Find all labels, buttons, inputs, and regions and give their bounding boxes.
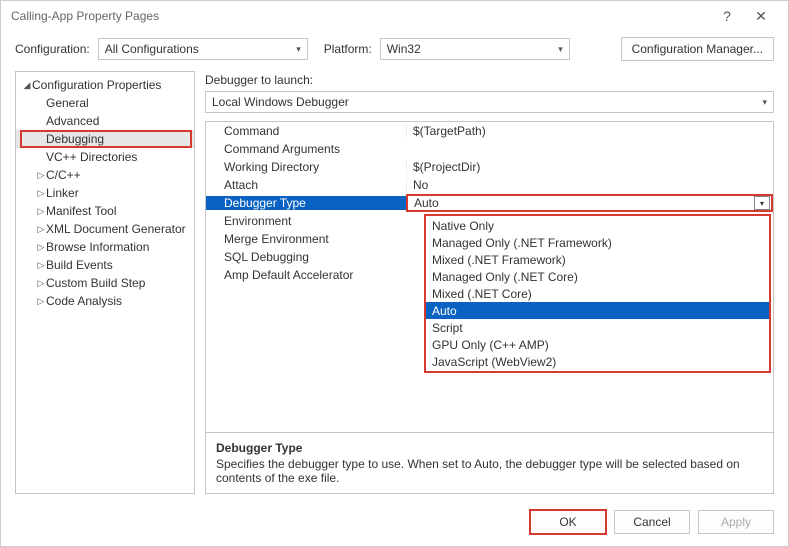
tree-expand-icon[interactable]: ▷ [36,224,46,235]
tree-item-label: Custom Build Step [46,276,145,290]
titlebar: Calling-App Property Pages ? ✕ [1,1,788,31]
close-icon[interactable]: ✕ [744,8,778,25]
top-toolbar: Configuration: All Configurations ▾ Plat… [1,31,788,71]
tree-expand-icon[interactable]: ▷ [36,296,46,307]
tree-item-vc-directories[interactable]: VC++ Directories [16,148,194,166]
tree-item-general[interactable]: General [16,94,194,112]
property-name: Amp Default Accelerator [206,268,406,282]
tree-item-label: Linker [46,186,79,200]
property-name: SQL Debugging [206,250,406,264]
tree-expand-icon[interactable]: ▷ [36,170,46,181]
description-panel: Debugger Type Specifies the debugger typ… [205,433,774,494]
tree-item-linker[interactable]: ▷Linker [16,184,194,202]
property-grid: Command$(TargetPath)Command ArgumentsWor… [205,121,774,433]
ok-button[interactable]: OK [530,510,606,534]
tree-item-build-events[interactable]: ▷Build Events [16,256,194,274]
tree-item-label: Advanced [46,114,99,128]
help-icon[interactable]: ? [710,8,744,24]
property-name: Attach [206,178,406,192]
tree-root[interactable]: ◢ Configuration Properties [16,76,194,94]
tree-expand-icon[interactable]: ▷ [36,188,46,199]
dropdown-option[interactable]: JavaScript (WebView2) [426,353,769,370]
configuration-combo[interactable]: All Configurations ▾ [98,38,308,60]
debugger-launch-combo[interactable]: Local Windows Debugger ▾ [205,91,774,113]
body: ◢ Configuration Properties General Advanc… [1,71,788,504]
property-name: Merge Environment [206,232,406,246]
property-value-cell[interactable]: Auto▾ [406,194,773,212]
platform-combo[interactable]: Win32 ▾ [380,38,570,60]
tree-expand-icon[interactable]: ▷ [36,260,46,271]
property-name: Command [206,124,406,138]
dropdown-option[interactable]: Mixed (.NET Framework) [426,251,769,268]
property-row[interactable]: Working Directory$(ProjectDir) [206,158,773,176]
debugger-launch-value: Local Windows Debugger [212,95,349,109]
tree-item-label: Build Events [46,258,113,272]
tree-item-label: Manifest Tool [46,204,116,218]
dropdown-option[interactable]: Managed Only (.NET Core) [426,268,769,285]
tree-item-custom-build-step[interactable]: ▷Custom Build Step [16,274,194,292]
property-name: Debugger Type [206,196,406,210]
tree-expand-icon[interactable]: ▷ [36,278,46,289]
dropdown-option[interactable]: Script [426,319,769,336]
dialog-footer: OK Cancel Apply [1,504,788,546]
property-row[interactable]: Command$(TargetPath) [206,122,773,140]
property-row[interactable]: Command Arguments [206,140,773,158]
tree-item-browse-information[interactable]: ▷Browse Information [16,238,194,256]
tree-item-label: Debugging [46,132,104,146]
description-text: Specifies the debugger type to use. When… [216,457,763,485]
configuration-value: All Configurations [105,42,199,56]
tree-root-label: Configuration Properties [32,78,161,92]
tree-item-label: Code Analysis [46,294,122,308]
dropdown-option[interactable]: GPU Only (C++ AMP) [426,336,769,353]
property-name: Working Directory [206,160,406,174]
debugger-type-dropdown[interactable]: Native OnlyManaged Only (.NET Framework)… [424,214,771,373]
tree-item-label: C/C++ [46,168,81,182]
tree-item-label: Browse Information [46,240,149,254]
tree-collapse-icon[interactable]: ◢ [22,80,32,91]
tree-item-advanced[interactable]: Advanced [16,112,194,130]
configuration-manager-label: Configuration Manager... [632,42,763,56]
dropdown-option[interactable]: Mixed (.NET Core) [426,285,769,302]
window-title: Calling-App Property Pages [11,9,710,23]
dropdown-option[interactable]: Managed Only (.NET Framework) [426,234,769,251]
cancel-button[interactable]: Cancel [614,510,690,534]
tree-item-label: General [46,96,89,110]
property-value: Auto [408,196,754,210]
dropdown-button[interactable]: ▾ [754,196,770,210]
property-value[interactable]: $(TargetPath) [406,124,773,138]
tree-item-xml-document-generator[interactable]: ▷XML Document Generator [16,220,194,238]
tree-expand-icon[interactable]: ▷ [36,242,46,253]
chevron-down-icon: ▾ [296,44,301,55]
property-row[interactable]: AttachNo [206,176,773,194]
platform-value: Win32 [387,42,421,56]
tree-item-manifest-tool[interactable]: ▷Manifest Tool [16,202,194,220]
platform-label: Platform: [324,42,372,56]
config-tree[interactable]: ◢ Configuration Properties General Advanc… [15,71,195,494]
tree-item-label: VC++ Directories [46,150,137,164]
tree-item-debugging[interactable]: Debugging [16,130,194,148]
tree-expand-icon[interactable]: ▷ [36,206,46,217]
tree-item-label: XML Document Generator [46,222,186,236]
chevron-down-icon: ▾ [558,44,563,55]
dropdown-option[interactable]: Auto [426,302,769,319]
ok-label: OK [559,515,576,529]
dropdown-option[interactable]: Native Only [426,217,769,234]
configuration-manager-button[interactable]: Configuration Manager... [621,37,774,61]
description-title: Debugger Type [216,441,763,455]
apply-label: Apply [721,515,751,529]
chevron-down-icon: ▾ [762,97,767,108]
tree-item-c-c-[interactable]: ▷C/C++ [16,166,194,184]
property-name: Environment [206,214,406,228]
configuration-label: Configuration: [15,42,90,56]
property-value[interactable]: $(ProjectDir) [406,160,773,174]
property-name: Command Arguments [206,142,406,156]
cancel-label: Cancel [633,515,670,529]
tree-item-code-analysis[interactable]: ▷Code Analysis [16,292,194,310]
property-row[interactable]: Debugger TypeAuto▾ [206,194,773,212]
apply-button[interactable]: Apply [698,510,774,534]
right-column: Debugger to launch: Local Windows Debugg… [205,71,774,494]
debugger-launch-label: Debugger to launch: [205,73,774,87]
property-value[interactable]: No [406,178,773,192]
